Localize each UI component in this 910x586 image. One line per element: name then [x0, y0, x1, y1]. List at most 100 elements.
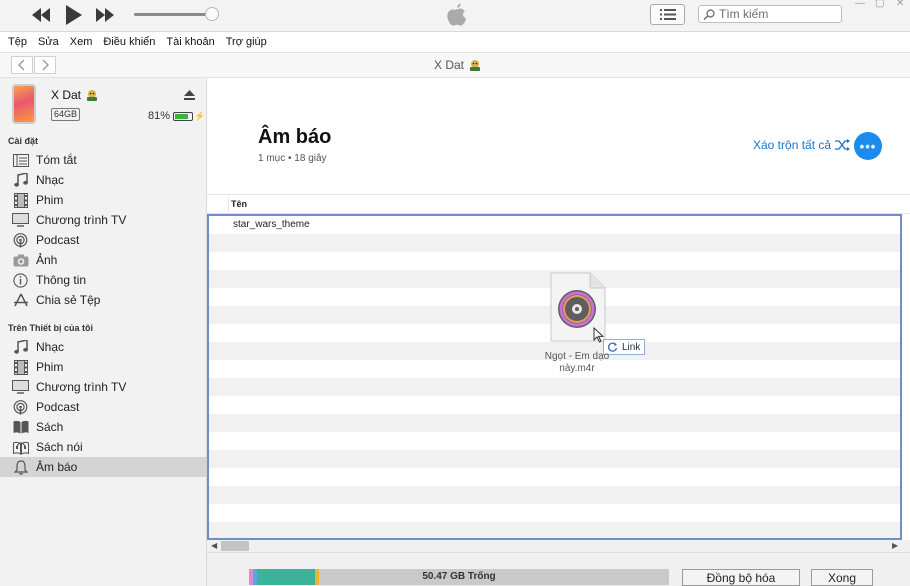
device-content-item-label: Phim [36, 360, 64, 374]
chevron-right-icon [42, 59, 49, 71]
device-content-item-label: Podcast [36, 400, 80, 414]
menu-help[interactable]: Trợ giúp [226, 36, 267, 48]
device-content-item[interactable]: Sách [0, 417, 207, 437]
done-button[interactable]: Xong [811, 569, 873, 586]
fast-forward-button[interactable] [94, 4, 116, 26]
settings-item[interactable]: Phim [0, 190, 207, 210]
rewind-button[interactable] [30, 4, 52, 26]
play-icon [66, 5, 82, 25]
settings-item[interactable]: Podcast [0, 230, 207, 250]
tv-icon [12, 379, 29, 395]
fast-forward-icon [96, 8, 114, 22]
battery-icon [173, 111, 194, 121]
film-icon [12, 359, 29, 375]
battery-percent: 81% [148, 110, 171, 122]
emoji-icon [470, 60, 481, 71]
device-content-item[interactable]: Phim [0, 357, 207, 377]
storage-usage-bar[interactable]: 50.47 GB Trống [249, 569, 669, 585]
search-input[interactable] [719, 7, 829, 21]
page-meta: 1 mục • 18 giây [258, 153, 327, 164]
shuffle-all-label: Xáo trộn tất cả [753, 138, 832, 152]
film-icon [12, 192, 29, 208]
device-section-header: Trên Thiết bị của tôi [8, 323, 94, 333]
device-content-item-label: Chương trình TV [36, 380, 127, 394]
volume-fill [134, 13, 206, 16]
chevron-left-icon [18, 59, 25, 71]
device-content-item-label: Sách nói [36, 440, 83, 454]
minimize-window-button[interactable]: — [855, 0, 865, 9]
eject-icon[interactable] [184, 90, 195, 103]
capacity-badge: 64GB [51, 108, 81, 121]
storage-free-label: 50.47 GB Trống [422, 571, 496, 582]
settings-item-label: Ảnh [36, 253, 58, 267]
scrollbar-thumb[interactable] [221, 541, 249, 551]
tv-icon [12, 212, 29, 228]
column-header-name[interactable]: Tên [231, 199, 247, 209]
maximize-window-button[interactable]: ▢ [875, 0, 885, 9]
device-name: X Dat [51, 88, 99, 102]
device-content-item[interactable]: Chương trình TV [0, 377, 207, 397]
table-row[interactable]: star_wars_theme [233, 219, 310, 230]
device-name-text: X Dat [51, 88, 82, 102]
menu-edit[interactable]: Sửa [38, 36, 59, 48]
settings-item[interactable]: Tóm tắt [0, 150, 207, 170]
ellipsis-icon: ••• [859, 138, 877, 154]
settings-item-label: Thông tin [36, 273, 87, 287]
search-icon [703, 8, 715, 20]
sidebar: X Dat 64GB 81% ⚡ Cài đặt Tóm tắt Nhạc Phim… [0, 78, 207, 586]
settings-section-header: Cài đặt [8, 136, 39, 146]
settings-item-label: Chia sẻ Tệp [36, 293, 101, 307]
device-card[interactable]: X Dat 64GB 81% ⚡ [0, 78, 207, 130]
tones-table[interactable]: star_wars_theme [207, 214, 902, 540]
play-button[interactable] [62, 4, 84, 26]
device-title-text: X Dat [434, 58, 465, 72]
settings-item[interactable]: Nhạc [0, 170, 207, 190]
settings-item-label: Chương trình TV [36, 213, 127, 227]
list-view-button[interactable] [650, 4, 685, 25]
music-note-icon [12, 339, 29, 355]
emoji-icon [87, 90, 98, 101]
device-content-item-label: Nhạc [36, 340, 65, 354]
search-box[interactable] [698, 5, 842, 23]
forward-button[interactable] [34, 56, 56, 74]
iphone-icon [12, 84, 36, 124]
more-options-button[interactable]: ••• [854, 132, 882, 160]
close-window-button[interactable]: ✕ [896, 0, 906, 9]
settings-item-label: Tóm tắt [36, 153, 77, 167]
volume-slider[interactable] [134, 13, 212, 16]
menu-controls[interactable]: Điều khiển [103, 36, 155, 48]
app-store-icon [12, 292, 29, 308]
scroll-left-arrow-icon[interactable]: ◀ [211, 540, 217, 552]
settings-item-label: Phim [36, 193, 64, 207]
menu-file[interactable]: Tệp [8, 36, 27, 48]
menu-account[interactable]: Tài khoản [166, 36, 214, 48]
footer-bar: 50.47 GB Trống Đồng bộ hóa Xong [207, 552, 910, 586]
device-content-item[interactable]: Âm báo [0, 457, 207, 477]
device-title: X Dat [434, 58, 482, 72]
settings-item[interactable]: Chia sẻ Tệp [0, 290, 207, 310]
apple-logo-icon [447, 3, 466, 26]
settings-item[interactable]: Chương trình TV [0, 210, 207, 230]
scroll-right-arrow-icon[interactable]: ▶ [892, 540, 898, 552]
dragged-file-name-line1: Ngọt - Em dạo [544, 351, 610, 362]
menu-view[interactable]: Xem [70, 36, 93, 48]
device-content-item-label: Sách [36, 420, 64, 434]
charging-icon: ⚡ [194, 110, 206, 121]
sync-button[interactable]: Đồng bộ hóa [682, 569, 800, 586]
navigation-bar: X Dat [0, 52, 910, 78]
settings-item[interactable]: Ảnh [0, 250, 207, 270]
top-toolbar: — ▢ ✕ [0, 0, 910, 32]
horizontal-scrollbar[interactable]: ◀ ▶ [207, 540, 910, 552]
shuffle-all-link[interactable]: Xáo trộn tất cả [753, 138, 851, 152]
device-content-item[interactable]: Podcast [0, 397, 207, 417]
podcast-icon [12, 232, 29, 248]
device-content-item[interactable]: Nhạc [0, 337, 207, 357]
device-content-item[interactable]: Sách nói [0, 437, 207, 457]
settings-item-label: Podcast [36, 233, 80, 247]
rewind-icon [32, 8, 50, 22]
volume-knob[interactable] [205, 7, 219, 21]
back-button[interactable] [11, 56, 33, 74]
settings-item[interactable]: Thông tin [0, 270, 207, 290]
dragged-file-name: Ngọt - Em dạo này.m4r [517, 351, 637, 375]
battery-status: 81% ⚡ [148, 110, 205, 122]
